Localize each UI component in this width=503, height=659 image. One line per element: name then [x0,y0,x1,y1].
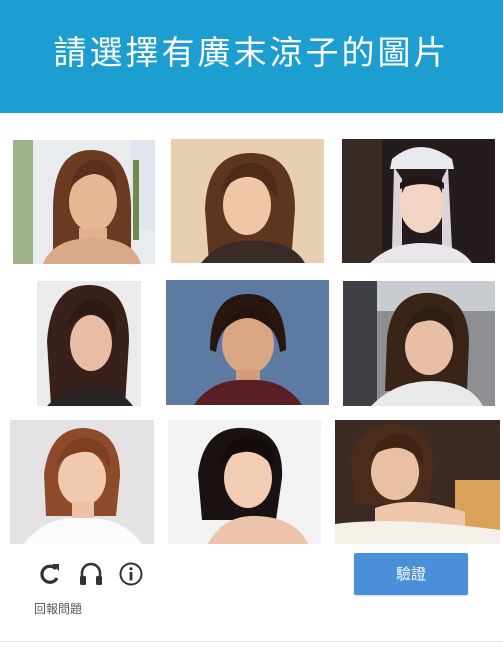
audio-icon[interactable] [78,560,104,588]
photo-7 [10,420,154,544]
image-tile-9[interactable] [335,420,500,544]
image-tile-4[interactable] [37,281,141,406]
captcha-challenge: 請選擇有廣末涼子的圖片 回報問題 驗證 [0,0,503,659]
photo-1 [13,140,155,264]
info-icon[interactable] [118,560,144,588]
image-tile-7[interactable] [10,420,154,544]
challenge-header: 請選擇有廣末涼子的圖片 [0,0,503,113]
reload-icon[interactable] [36,560,62,588]
image-tile-6[interactable] [343,281,495,406]
verify-button[interactable]: 驗證 [354,553,468,595]
photo-9 [335,420,500,544]
photo-2 [171,139,324,263]
footer-divider [0,641,503,642]
photo-4 [37,281,141,406]
challenge-title: 請選擇有廣末涼子的圖片 [53,33,450,72]
photo-5 [166,280,329,405]
photo-8 [168,420,321,544]
photo-3 [342,139,495,263]
image-tile-1[interactable] [13,140,155,264]
image-tile-3[interactable] [342,139,495,263]
image-tile-2[interactable] [171,139,324,263]
photo-6 [343,281,495,406]
report-problem-link[interactable]: 回報問題 [34,600,82,617]
image-tile-5[interactable] [166,280,329,405]
image-tile-8[interactable] [168,420,321,544]
